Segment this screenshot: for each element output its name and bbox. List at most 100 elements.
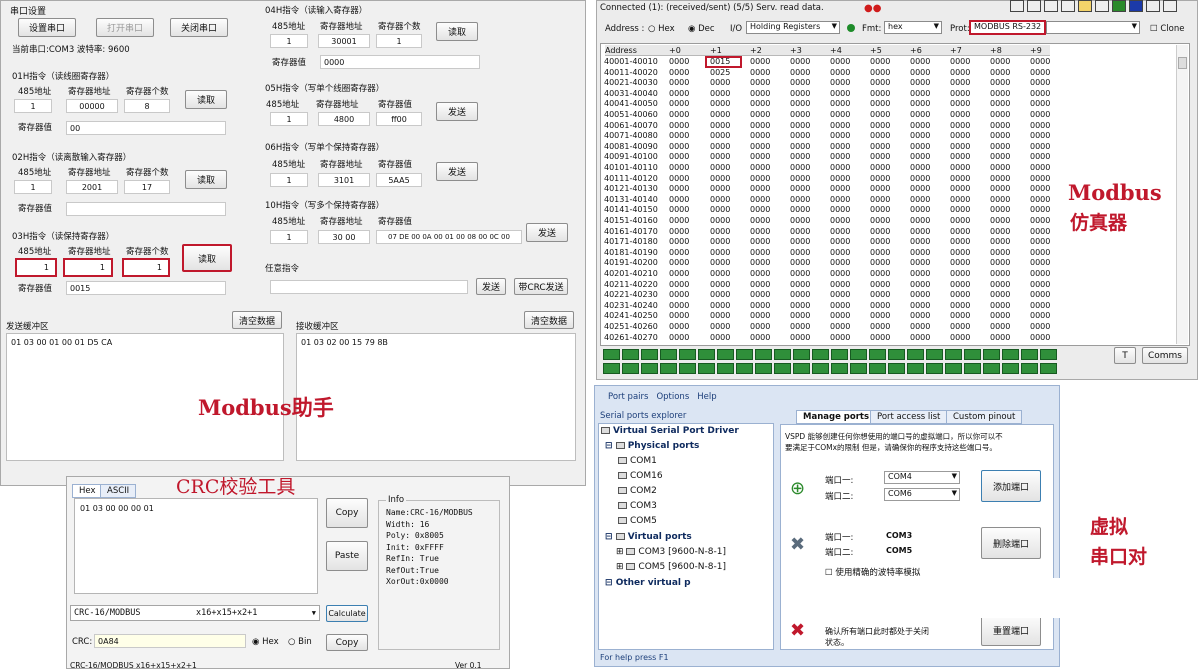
coil-led[interactable]	[964, 349, 981, 360]
register-cell[interactable]: 0000	[990, 163, 1010, 172]
cmd03-addr-input[interactable]: 1	[15, 258, 57, 277]
register-cell[interactable]: 0000	[710, 174, 730, 183]
register-cell[interactable]: 0000	[790, 280, 810, 289]
tree-physical-port[interactable]: COM16	[618, 471, 663, 481]
tree-other[interactable]: ⊟ Other virtual p	[605, 578, 691, 588]
register-cell[interactable]: 0000	[790, 184, 810, 193]
register-cell[interactable]: 0000	[870, 152, 890, 161]
recv-buffer-area[interactable]: 01 03 02 00 15 79 8B	[296, 333, 576, 461]
prot-select[interactable]: MODBUS RS-232	[969, 20, 1046, 35]
register-cell[interactable]: 0000	[669, 110, 689, 119]
register-cell[interactable]: 0000	[830, 322, 850, 331]
register-cell[interactable]: 0000	[910, 227, 930, 236]
register-cell[interactable]: 0000	[870, 89, 890, 98]
register-cell[interactable]: 0000	[990, 121, 1010, 130]
coil-led[interactable]	[888, 349, 905, 360]
register-cell[interactable]: 0000	[710, 78, 730, 87]
lock-icon[interactable]	[1027, 0, 1041, 12]
register-cell[interactable]: 0000	[790, 290, 810, 299]
calculate-button[interactable]: Calculate	[326, 605, 368, 622]
register-cell[interactable]: 0000	[950, 237, 970, 246]
coil-led[interactable]	[660, 363, 677, 374]
register-cell[interactable]: 0000	[1030, 333, 1050, 342]
register-cell[interactable]: 0000	[910, 110, 930, 119]
register-cell[interactable]: 0000	[669, 301, 689, 310]
register-cell[interactable]: 0000	[669, 57, 689, 66]
register-cell[interactable]: 0000	[950, 333, 970, 342]
square-icon[interactable]	[1112, 0, 1126, 12]
coil-led[interactable]	[850, 349, 867, 360]
register-cell[interactable]: 0000	[790, 301, 810, 310]
register-cell[interactable]: 0000	[870, 333, 890, 342]
register-cell[interactable]: 0000	[710, 227, 730, 236]
register-cell[interactable]: 0000	[750, 205, 770, 214]
coil-led[interactable]	[831, 349, 848, 360]
register-cell[interactable]: 0000	[669, 290, 689, 299]
cmd05-send-button[interactable]: 发送	[436, 102, 478, 121]
register-cell[interactable]: 0000	[950, 311, 970, 320]
crc-copy-result-button[interactable]: Copy	[326, 634, 368, 651]
register-cell[interactable]: 0000	[1030, 99, 1050, 108]
crc-send-button[interactable]: 带CRC发送	[514, 278, 568, 295]
coil-led[interactable]	[850, 363, 867, 374]
tree-virtual[interactable]: ⊟ Virtual ports	[605, 532, 692, 542]
cmd05-addr-input[interactable]: 1	[270, 112, 308, 126]
register-cell[interactable]: 0000	[950, 121, 970, 130]
link-icon[interactable]	[1061, 0, 1075, 12]
tree-virtual-port[interactable]: ⊞ COM5 [9600-N-8-1]	[616, 562, 726, 572]
cmd01-read-button[interactable]: 读取	[185, 90, 227, 109]
register-cell[interactable]: 0000	[990, 174, 1010, 183]
cmd02-reg-input[interactable]: 2001	[66, 180, 118, 194]
register-cell[interactable]: 0000	[910, 163, 930, 172]
register-cell[interactable]: 0000	[710, 110, 730, 119]
coil-led[interactable]	[603, 363, 620, 374]
register-cell[interactable]: 0000	[710, 195, 730, 204]
register-cell[interactable]: 0000	[910, 57, 930, 66]
cmd01-count-input[interactable]: 8	[124, 99, 170, 113]
crc-copy-button[interactable]: Copy	[326, 498, 368, 528]
register-cell[interactable]: 0000	[669, 322, 689, 331]
register-cell[interactable]: 0000	[830, 174, 850, 183]
square-icon[interactable]	[1129, 0, 1143, 12]
delete-pair-button[interactable]: 删除端口	[981, 527, 1041, 559]
register-cell[interactable]: 0000	[950, 216, 970, 225]
register-cell[interactable]: 0000	[910, 121, 930, 130]
register-cell[interactable]: 0000	[1030, 290, 1050, 299]
register-cell[interactable]: 0000	[950, 174, 970, 183]
tab-manage-ports[interactable]: Manage ports	[796, 410, 877, 424]
register-cell[interactable]: 0000	[750, 301, 770, 310]
register-cell[interactable]: 0000	[950, 195, 970, 204]
register-cell[interactable]: 0000	[790, 333, 810, 342]
register-cell[interactable]: 0000	[830, 216, 850, 225]
cmd06-reg-input[interactable]: 3101	[318, 173, 370, 187]
coil-led[interactable]	[869, 349, 886, 360]
coil-led[interactable]	[812, 363, 829, 374]
register-cell[interactable]: 0000	[830, 163, 850, 172]
register-cell[interactable]: 0000	[750, 184, 770, 193]
register-cell[interactable]: 0000	[910, 311, 930, 320]
register-cell[interactable]: 0000	[990, 333, 1010, 342]
coil-led[interactable]	[603, 349, 620, 360]
menu-help[interactable]: Help	[697, 392, 716, 402]
cmd03-read-button[interactable]: 读取	[182, 244, 232, 272]
cmd10-reg-input[interactable]: 30 00	[318, 230, 370, 244]
cmd03-result-field[interactable]: 0015	[66, 281, 226, 295]
register-cell[interactable]: 0000	[790, 131, 810, 140]
register-cell[interactable]: 0000	[750, 163, 770, 172]
register-cell[interactable]: 0000	[750, 311, 770, 320]
coil-led[interactable]	[1040, 363, 1057, 374]
register-cell[interactable]: 0000	[790, 237, 810, 246]
register-cell[interactable]: 0000	[990, 131, 1010, 140]
register-cell[interactable]: 0000	[1030, 184, 1050, 193]
fmt-select[interactable]: hex ▼	[884, 21, 942, 34]
register-cell[interactable]: 0000	[830, 142, 850, 151]
register-cell[interactable]: 0000	[750, 99, 770, 108]
register-cell[interactable]: 0000	[669, 78, 689, 87]
register-cell[interactable]: 0000	[710, 131, 730, 140]
register-cell[interactable]: 0000	[1030, 248, 1050, 257]
register-cell[interactable]: 0000	[750, 142, 770, 151]
register-cell[interactable]: 0000	[750, 322, 770, 331]
register-cell[interactable]: 0000	[830, 184, 850, 193]
register-cell[interactable]: 0000	[750, 78, 770, 87]
register-cell[interactable]: 0000	[790, 258, 810, 267]
